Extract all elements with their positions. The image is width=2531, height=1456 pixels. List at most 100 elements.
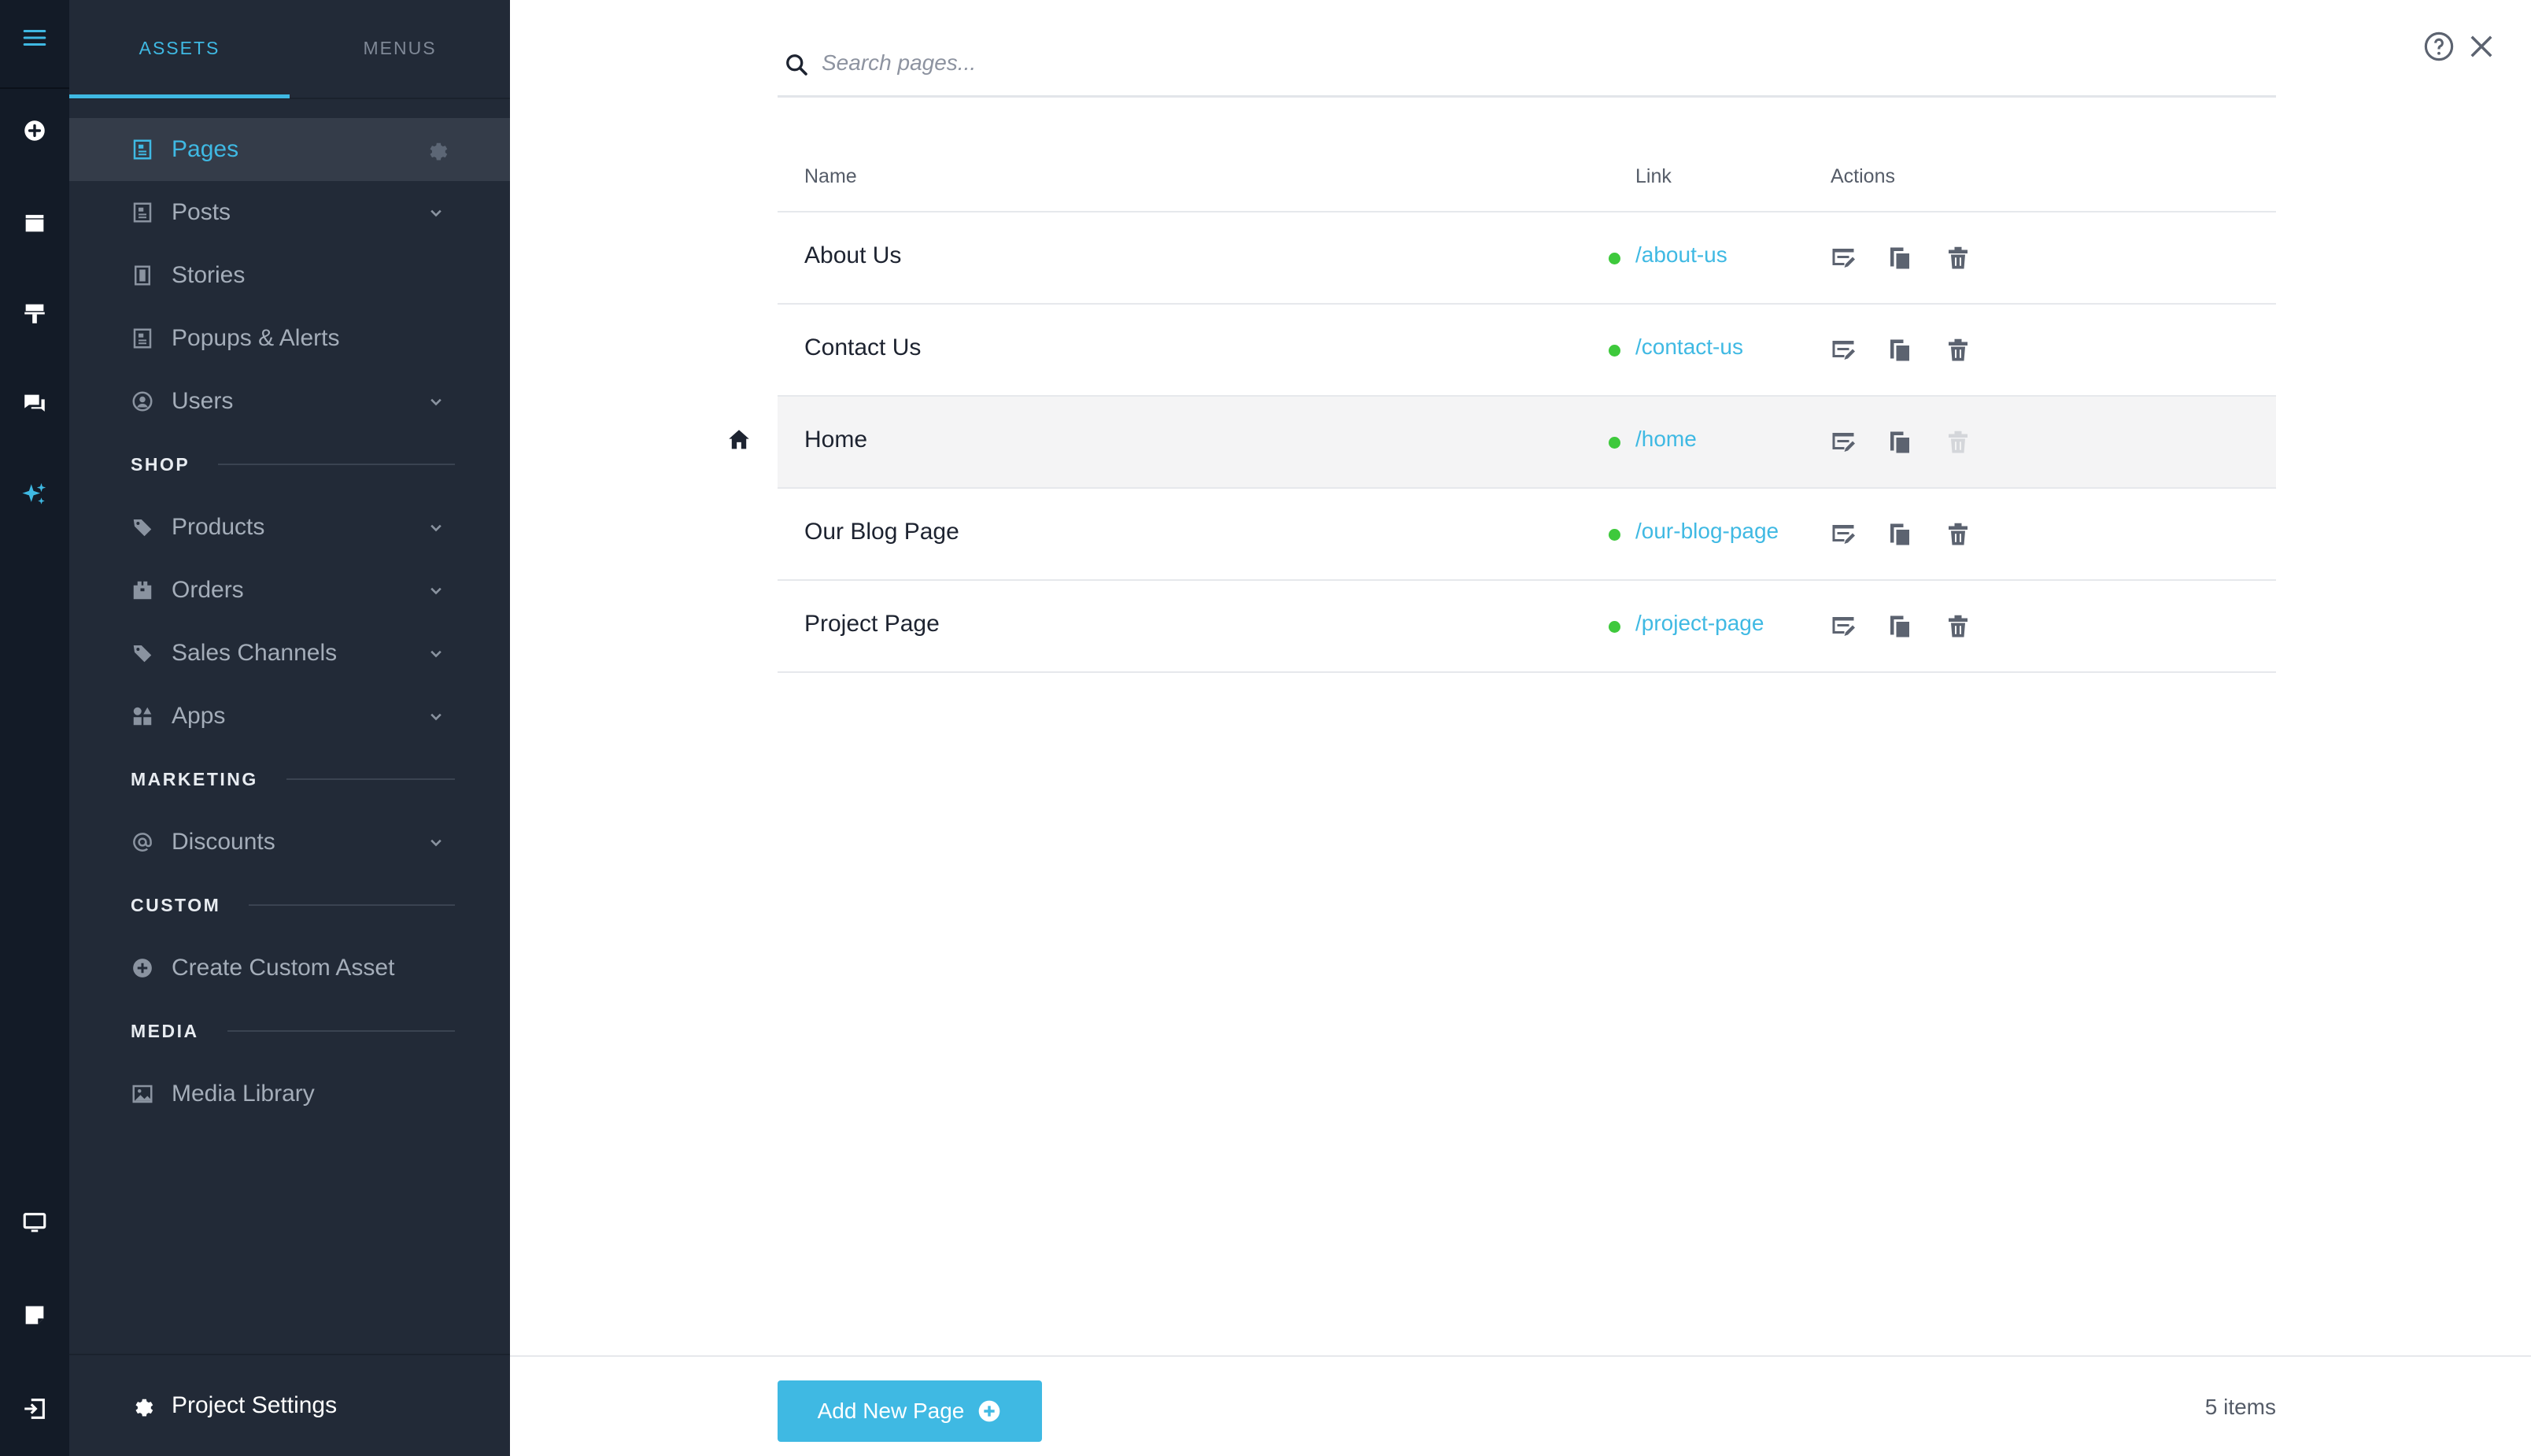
sidebar-item-sales-channels[interactable]: Sales Channels bbox=[69, 622, 510, 685]
tab-menus[interactable]: MENUS bbox=[290, 0, 510, 96]
project-settings-button[interactable]: Project Settings bbox=[69, 1354, 510, 1456]
chevron-down-icon[interactable] bbox=[425, 516, 447, 538]
chat-icon[interactable] bbox=[0, 374, 69, 434]
rail-divider bbox=[0, 87, 69, 89]
sidebar-item-label: Popups & Alerts bbox=[172, 325, 340, 351]
sidebar-item-pages[interactable]: Pages bbox=[69, 118, 510, 181]
copy-icon[interactable] bbox=[1886, 244, 1914, 272]
sidebar-item-label: Users bbox=[172, 388, 234, 414]
desktop-icon[interactable] bbox=[0, 1193, 69, 1253]
section-divider bbox=[249, 904, 455, 906]
section-custom: CUSTOM bbox=[131, 889, 455, 921]
sidebar-item-products[interactable]: Products bbox=[69, 496, 510, 559]
add-circle-icon[interactable] bbox=[0, 101, 69, 161]
active-tab-indicator bbox=[69, 94, 290, 98]
sidebar-item-apps[interactable]: Apps bbox=[69, 685, 510, 748]
layers-icon[interactable] bbox=[0, 193, 69, 253]
edit-icon[interactable] bbox=[1829, 612, 1857, 641]
delete-icon[interactable] bbox=[1944, 244, 1972, 272]
table-row[interactable]: About Us /about-us bbox=[778, 212, 2276, 305]
add-new-page-label: Add New Page bbox=[817, 1399, 965, 1423]
chevron-down-icon[interactable] bbox=[425, 705, 447, 727]
search-input[interactable] bbox=[822, 41, 2238, 85]
page-link[interactable]: /home bbox=[1635, 427, 1697, 452]
section-shop: SHOP bbox=[131, 449, 455, 480]
chevron-down-icon[interactable] bbox=[425, 579, 447, 601]
paint-roller-icon[interactable] bbox=[0, 283, 69, 343]
sidebar-item-users[interactable]: Users bbox=[69, 370, 510, 433]
sidebar-item-orders[interactable]: Orders bbox=[69, 559, 510, 622]
delete-icon[interactable] bbox=[1944, 520, 1972, 549]
table-row[interactable]: Project Page /project-page bbox=[778, 581, 2276, 673]
help-icon[interactable] bbox=[2422, 30, 2455, 63]
plus-circle-icon bbox=[129, 955, 156, 981]
page-link[interactable]: /contact-us bbox=[1635, 334, 1743, 360]
edit-icon[interactable] bbox=[1829, 428, 1857, 456]
section-divider bbox=[227, 1030, 455, 1032]
pages-table: Name Link Actions About Us /about-us Con… bbox=[778, 150, 2276, 673]
add-new-page-button[interactable]: Add New Page bbox=[778, 1380, 1042, 1442]
page-icon bbox=[129, 136, 156, 163]
page-link[interactable]: /project-page bbox=[1635, 611, 1764, 636]
note-icon[interactable] bbox=[0, 1285, 69, 1345]
box-icon bbox=[129, 577, 156, 604]
chevron-down-icon[interactable] bbox=[425, 390, 447, 412]
sidebar-item-create-custom-asset[interactable]: Create Custom Asset bbox=[69, 937, 510, 1000]
copy-icon[interactable] bbox=[1886, 336, 1914, 364]
plus-circle-icon bbox=[979, 1400, 1000, 1422]
gear-icon bbox=[129, 1392, 156, 1419]
page-link[interactable]: /our-blog-page bbox=[1635, 519, 1779, 544]
edit-icon[interactable] bbox=[1829, 520, 1857, 549]
status-dot bbox=[1609, 253, 1620, 264]
delete-icon[interactable] bbox=[1944, 612, 1972, 641]
status-dot bbox=[1609, 437, 1620, 449]
exit-icon[interactable] bbox=[0, 1379, 69, 1439]
table-row[interactable]: Home /home bbox=[778, 397, 2276, 489]
edit-icon[interactable] bbox=[1829, 244, 1857, 272]
edit-icon[interactable] bbox=[1829, 336, 1857, 364]
project-settings-label: Project Settings bbox=[172, 1392, 338, 1418]
apps-icon bbox=[129, 703, 156, 730]
search-icon bbox=[786, 54, 807, 76]
column-header-name: Name bbox=[804, 165, 857, 187]
items-count: 5 items bbox=[2204, 1395, 2276, 1419]
pages-settings-icon[interactable] bbox=[425, 138, 449, 161]
page-link[interactable]: /about-us bbox=[1635, 242, 1727, 268]
sidebar-item-popups-alerts[interactable]: Popups & Alerts bbox=[69, 307, 510, 370]
sidebar-item-label: Apps bbox=[172, 703, 226, 729]
sidebar-item-stories[interactable]: Stories bbox=[69, 244, 510, 307]
tag-icon bbox=[129, 640, 156, 667]
close-icon[interactable] bbox=[2465, 30, 2498, 63]
sparkle-icon[interactable] bbox=[0, 464, 69, 524]
delete-icon[interactable] bbox=[1944, 336, 1972, 364]
chevron-down-icon[interactable] bbox=[425, 642, 447, 664]
sidebar-item-media-library[interactable]: Media Library bbox=[69, 1062, 510, 1125]
tab-assets[interactable]: ASSETS bbox=[69, 0, 290, 96]
sidebar-item-posts[interactable]: Posts bbox=[69, 181, 510, 244]
copy-icon[interactable] bbox=[1886, 612, 1914, 641]
table-row[interactable]: Our Blog Page /our-blog-page bbox=[778, 489, 2276, 581]
sidebar-item-discounts[interactable]: Discounts bbox=[69, 811, 510, 874]
sidebar-item-label: Media Library bbox=[172, 1081, 315, 1107]
at-icon bbox=[129, 829, 156, 855]
sidebar-item-label: Stories bbox=[172, 262, 246, 288]
column-header-link: Link bbox=[1635, 165, 1672, 187]
status-dot bbox=[1609, 529, 1620, 541]
sidebar-item-label: Pages bbox=[172, 136, 239, 162]
search-bar bbox=[778, 33, 2276, 98]
pages-panel: Name Link Actions About Us /about-us Con… bbox=[510, 0, 2531, 1456]
copy-icon[interactable] bbox=[1886, 428, 1914, 456]
hamburger-menu-icon[interactable] bbox=[0, 8, 69, 68]
chevron-down-icon[interactable] bbox=[425, 201, 447, 224]
chevron-down-icon[interactable] bbox=[425, 831, 447, 853]
sidebar-item-label: Products bbox=[172, 514, 265, 540]
book-icon bbox=[129, 262, 156, 289]
status-dot bbox=[1609, 345, 1620, 357]
page-name: Our Blog Page bbox=[804, 519, 959, 545]
page-name: About Us bbox=[804, 242, 902, 268]
table-row[interactable]: Contact Us /contact-us bbox=[778, 305, 2276, 397]
icon-rail bbox=[0, 0, 69, 1456]
column-header-actions: Actions bbox=[1831, 165, 1895, 187]
copy-icon[interactable] bbox=[1886, 520, 1914, 549]
section-media: MEDIA bbox=[131, 1015, 455, 1047]
